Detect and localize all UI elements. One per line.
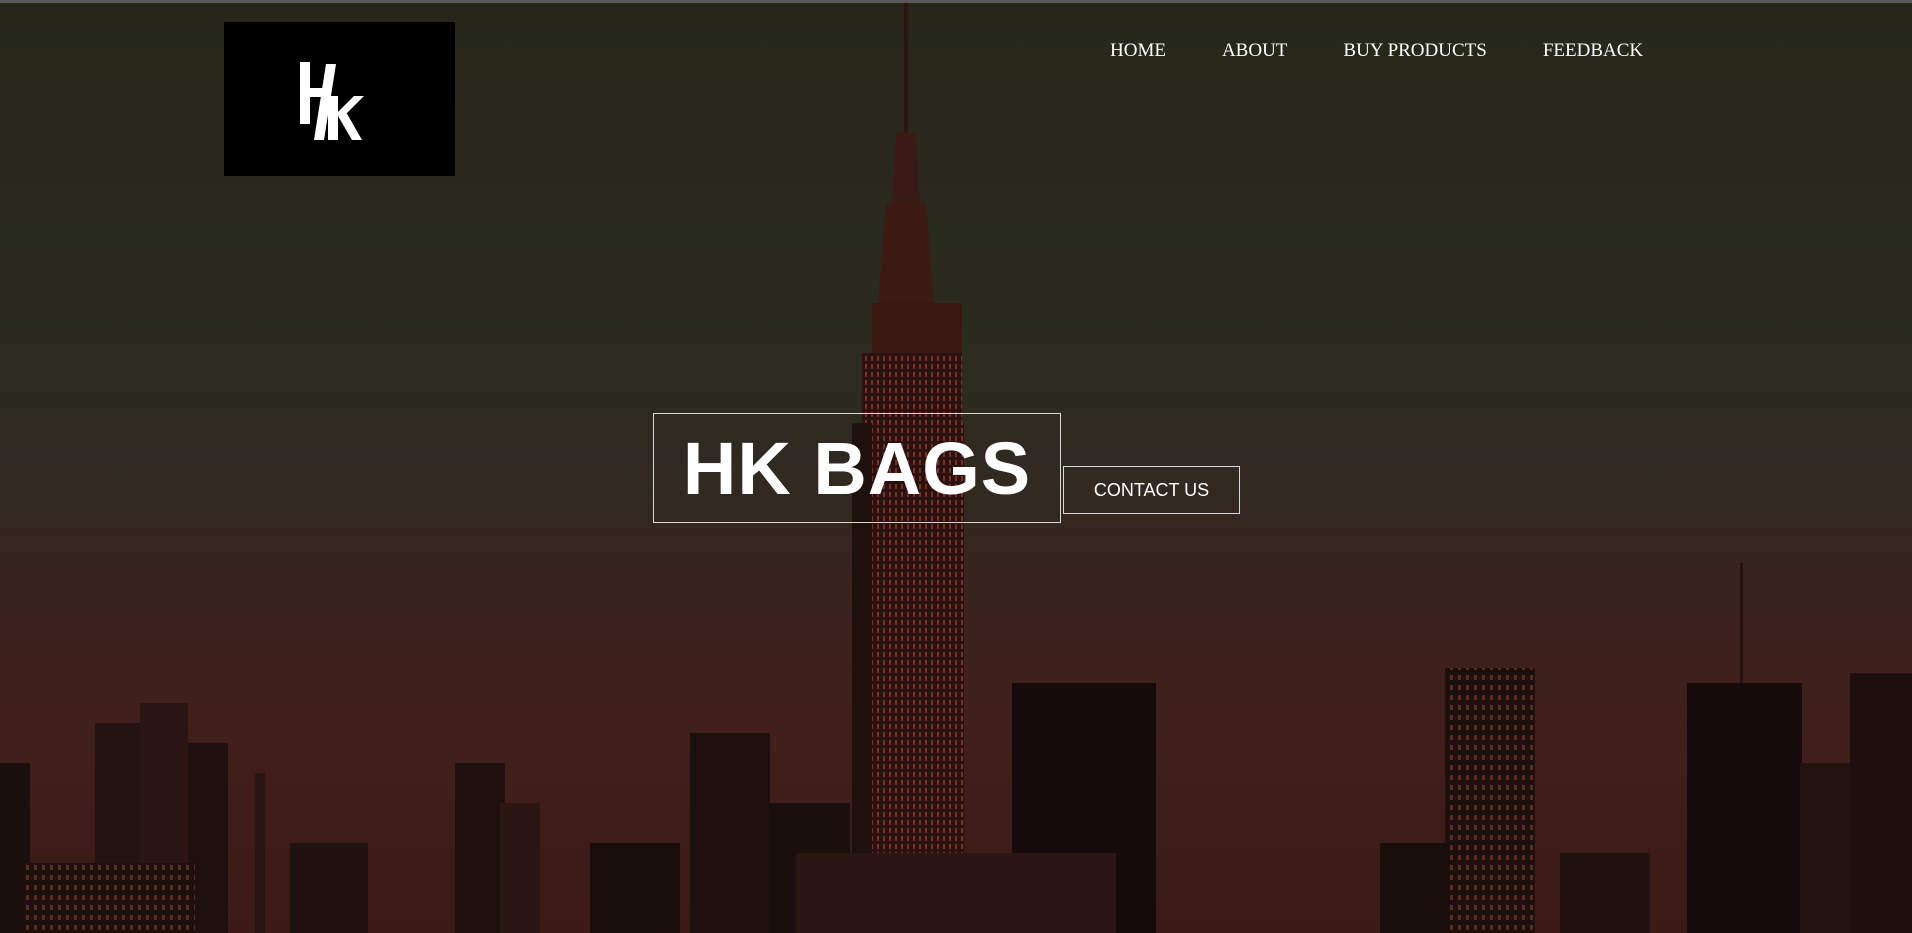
nav-feedback[interactable]: FEEDBACK <box>1543 40 1643 62</box>
nav-buy-products[interactable]: BUY PRODUCTS <box>1343 40 1486 62</box>
contact-us-button[interactable]: CONTACT US <box>1063 466 1240 514</box>
nav-home[interactable]: HOME <box>1110 40 1166 62</box>
hero-title: HK BAGS <box>653 413 1061 523</box>
main-nav: HOME ABOUT BUY PRODUCTS FEEDBACK <box>1110 40 1643 62</box>
nav-about[interactable]: ABOUT <box>1222 40 1287 62</box>
hk-monogram-icon <box>300 62 364 140</box>
page: HOME ABOUT BUY PRODUCTS FEEDBACK HK BAGS… <box>0 0 1912 933</box>
brand-logo[interactable] <box>224 22 455 176</box>
